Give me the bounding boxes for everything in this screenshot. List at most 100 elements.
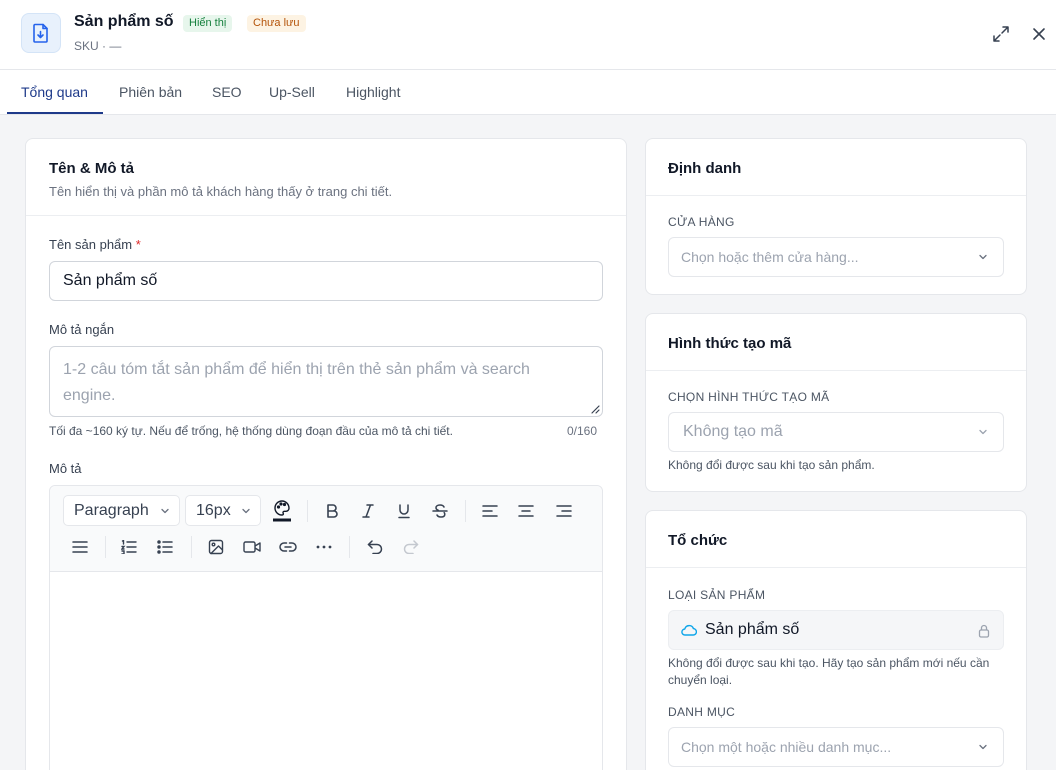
product-name-value: Sản phẩm số xyxy=(63,272,158,289)
chevron-down-icon xyxy=(979,744,987,750)
video-icon xyxy=(243,541,261,553)
identity-card-title: Định danh xyxy=(668,160,742,177)
palette-icon xyxy=(273,500,291,522)
align-left-button[interactable] xyxy=(477,498,503,524)
organization-card-title: Tổ chức xyxy=(668,532,728,549)
code-method-help: Không đổi được sau khi tạo sản phẩm. xyxy=(668,458,875,472)
tab-overview[interactable]: Tổng quan xyxy=(21,84,88,100)
product-type-help: Không đổi được sau khi tạo. Hãy tạo sản … xyxy=(668,656,990,687)
code-method-select[interactable]: Không tạo mã xyxy=(668,412,1004,452)
font-size-select[interactable]: 16px xyxy=(185,495,261,526)
divider xyxy=(646,567,1026,568)
category-placeholder: Chọn một hoặc nhiều danh mục... xyxy=(681,739,892,755)
short-description-label: Mô tả ngắn xyxy=(49,322,115,337)
redo-button[interactable] xyxy=(398,534,424,560)
tab-versions[interactable]: Phiên bản xyxy=(119,84,182,100)
download-file-icon xyxy=(21,13,61,53)
store-label: CỬA HÀNG xyxy=(668,215,735,229)
description-label: Mô tả xyxy=(49,461,82,476)
tab-highlight[interactable]: Highlight xyxy=(346,84,400,100)
card-subtitle: Tên hiển thị và phần mô tả khách hàng th… xyxy=(49,184,393,199)
tab-seo[interactable]: SEO xyxy=(212,84,242,100)
lock-icon xyxy=(978,624,990,638)
align-left-icon xyxy=(482,505,498,517)
card-title: Tên & Mô tả xyxy=(49,160,134,177)
divider xyxy=(26,215,626,216)
required-mark: * xyxy=(135,237,141,252)
more-options-button[interactable] xyxy=(311,534,337,560)
toolbar-separator xyxy=(105,536,106,558)
tab-bar: Tổng quan Phiên bản SEO Up-Sell Highligh… xyxy=(0,70,1056,115)
justify-button[interactable] xyxy=(67,534,93,560)
code-method-label: CHỌN HÌNH THỨC TẠO MÃ xyxy=(668,390,830,404)
toolbar-separator xyxy=(307,500,308,522)
undo-button[interactable] xyxy=(362,534,388,560)
bold-button[interactable] xyxy=(319,498,345,524)
status-badge-visible: Hiển thị xyxy=(183,15,233,32)
italic-button[interactable] xyxy=(355,498,381,524)
category-select[interactable]: Chọn một hoặc nhiều danh mục... xyxy=(668,727,1004,767)
page-title: Sản phẩm số xyxy=(74,13,174,30)
toolbar-separator xyxy=(349,536,350,558)
close-icon xyxy=(1033,28,1045,40)
link-icon xyxy=(279,542,297,552)
chevron-down-icon xyxy=(161,508,169,514)
align-right-icon xyxy=(556,505,572,517)
product-name-input[interactable]: Sản phẩm số xyxy=(49,261,603,301)
editor-content-area[interactable] xyxy=(50,573,602,770)
code-generation-card: Hình thức tạo mã CHỌN HÌNH THỨC TẠO MÃ K… xyxy=(645,313,1027,492)
divider xyxy=(646,370,1026,371)
close-button[interactable] xyxy=(1029,24,1049,44)
status-badge-unsaved: Chưa lưu xyxy=(247,15,306,32)
insert-link-button[interactable] xyxy=(275,534,301,560)
chevron-down-icon xyxy=(979,429,987,435)
align-right-button[interactable] xyxy=(551,498,577,524)
expand-icon xyxy=(993,26,1009,42)
insert-video-button[interactable] xyxy=(239,534,265,560)
short-description-help: Tối đa ~160 ký tự. Nếu để trống, hệ thốn… xyxy=(49,424,453,438)
store-placeholder: Chọn hoặc thêm cửa hàng... xyxy=(681,249,859,265)
product-type-field: Sản phẩm số xyxy=(668,610,1004,650)
store-select[interactable]: Chọn hoặc thêm cửa hàng... xyxy=(668,237,1004,277)
product-type-label: LOẠI SẢN PHẨM xyxy=(668,588,766,602)
bullet-list-icon xyxy=(157,540,173,554)
italic-icon xyxy=(362,504,374,518)
expand-button[interactable] xyxy=(991,24,1011,44)
block-format-select[interactable]: Paragraph xyxy=(63,495,180,526)
short-description-placeholder: 1-2 câu tóm tắt sản phẩm để hiển thị trê… xyxy=(63,361,530,404)
strikethrough-button[interactable] xyxy=(427,498,453,524)
align-center-icon xyxy=(518,505,534,517)
code-generation-card-title: Hình thức tạo mã xyxy=(668,335,792,352)
ordered-list-icon xyxy=(121,540,137,554)
identity-card: Định danh CỬA HÀNG Chọn hoặc thêm cửa hà… xyxy=(645,138,1027,295)
tab-upsell[interactable]: Up-Sell xyxy=(269,84,315,100)
char-counter: 0/160 xyxy=(567,424,598,438)
editor-toolbar: Paragraph 16px xyxy=(50,486,602,572)
underline-icon xyxy=(398,504,410,519)
bold-icon xyxy=(327,504,338,518)
product-name-label: Tên sản phẩm * xyxy=(49,237,141,252)
image-icon xyxy=(208,539,224,555)
cloud-icon xyxy=(681,624,697,636)
resize-handle-icon[interactable] xyxy=(590,404,600,414)
sku-subtitle: SKU · — xyxy=(74,39,122,53)
redo-icon xyxy=(403,540,419,554)
toolbar-separator xyxy=(465,500,466,522)
product-type-value: Sản phẩm số xyxy=(705,621,800,638)
chevron-down-icon xyxy=(979,254,987,260)
align-justify-icon xyxy=(72,541,88,553)
undo-icon xyxy=(367,540,383,554)
header: Sản phẩm số Hiển thị Chưa lưu SKU · — xyxy=(0,0,1056,70)
short-description-textarea[interactable]: 1-2 câu tóm tắt sản phẩm để hiển thị trê… xyxy=(49,346,603,417)
insert-image-button[interactable] xyxy=(203,534,229,560)
underline-button[interactable] xyxy=(391,498,417,524)
align-center-button[interactable] xyxy=(513,498,539,524)
text-color-button[interactable] xyxy=(269,497,295,523)
code-method-value: Không tạo mã xyxy=(683,423,783,440)
toolbar-separator xyxy=(191,536,192,558)
strikethrough-icon xyxy=(432,504,448,518)
more-horizontal-icon xyxy=(316,545,332,549)
ordered-list-button[interactable] xyxy=(116,534,142,560)
bullet-list-button[interactable] xyxy=(152,534,178,560)
rich-text-editor: Paragraph 16px xyxy=(49,485,603,770)
